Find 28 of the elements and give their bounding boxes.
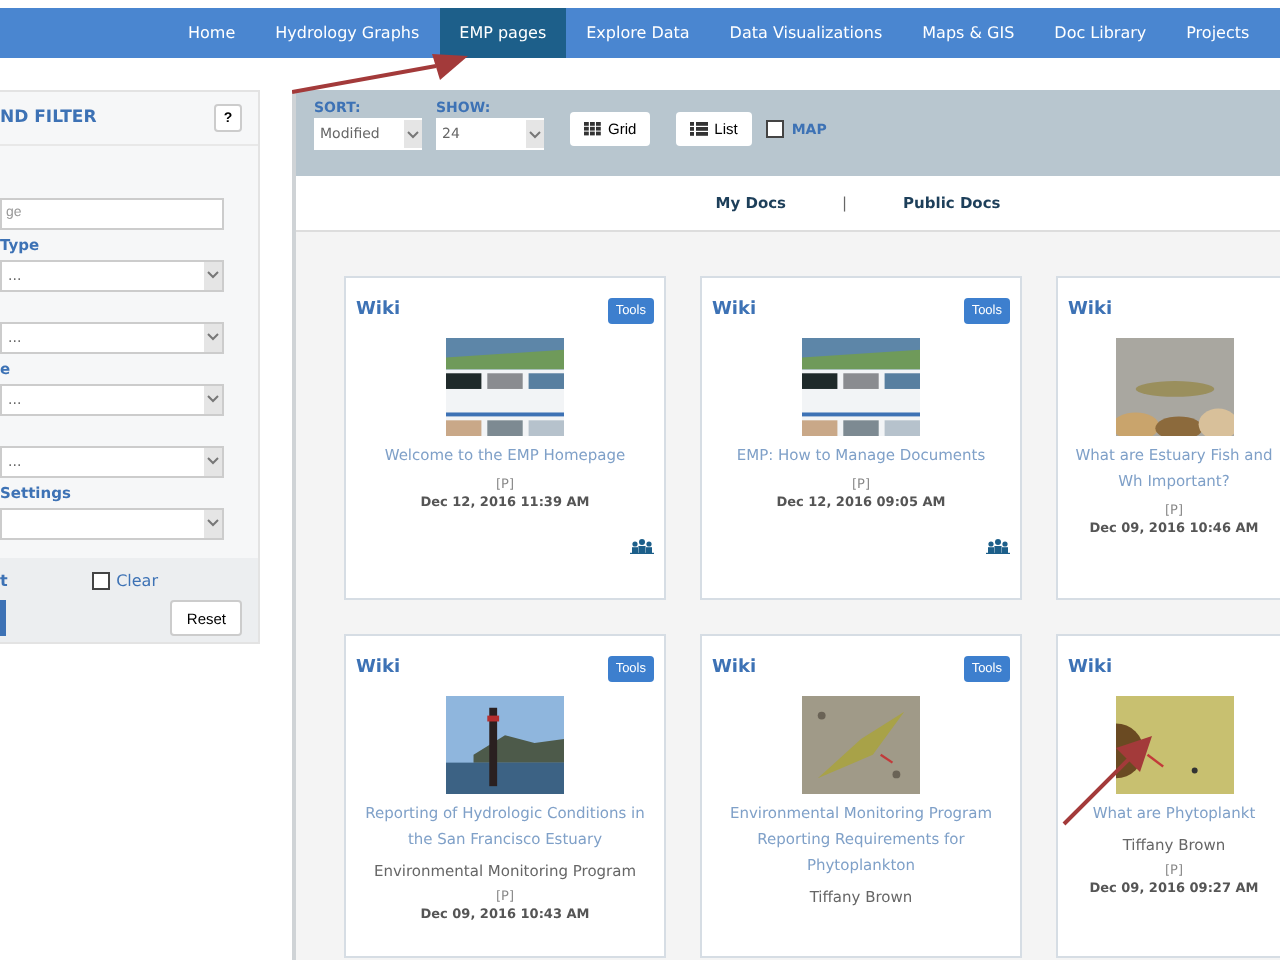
doc-type: Wiki (356, 658, 401, 678)
doc-type: Wiki (712, 300, 757, 320)
caret-icon (204, 447, 222, 475)
doc-type: Wiki (1068, 300, 1113, 320)
caret-icon (404, 120, 422, 148)
nav-tab[interactable]: Hydrology Graphs (255, 8, 440, 58)
apply-button[interactable] (0, 600, 6, 636)
nav-tab[interactable]: Explore Data (566, 8, 710, 58)
nav-tab[interactable]: Doc Library (1034, 8, 1167, 58)
filter-dropdown[interactable] (0, 507, 224, 539)
nav-tab[interactable]: Home (168, 8, 256, 58)
clear-checkbox[interactable]: Clear (92, 572, 158, 590)
doc-type: Wiki (1068, 658, 1113, 678)
caret-icon (204, 261, 222, 289)
nav-tab[interactable]: EMP pages (439, 8, 567, 58)
caret-icon (526, 120, 544, 148)
caret-icon (204, 323, 222, 351)
nav-tab[interactable]: Data Visualizations (709, 8, 903, 58)
grid-icon (584, 122, 602, 136)
nav-tab[interactable]: Projects (1166, 8, 1270, 58)
filter-label: t (0, 572, 8, 590)
nav-tab[interactable]: Maps & GIS (902, 8, 1035, 58)
caret-icon (204, 385, 222, 413)
doc-type: Wiki (356, 300, 401, 320)
list-icon (690, 122, 709, 136)
caret-icon (204, 509, 222, 537)
doc-type: Wiki (712, 658, 757, 678)
panel-title: ND FILTER (0, 108, 97, 128)
